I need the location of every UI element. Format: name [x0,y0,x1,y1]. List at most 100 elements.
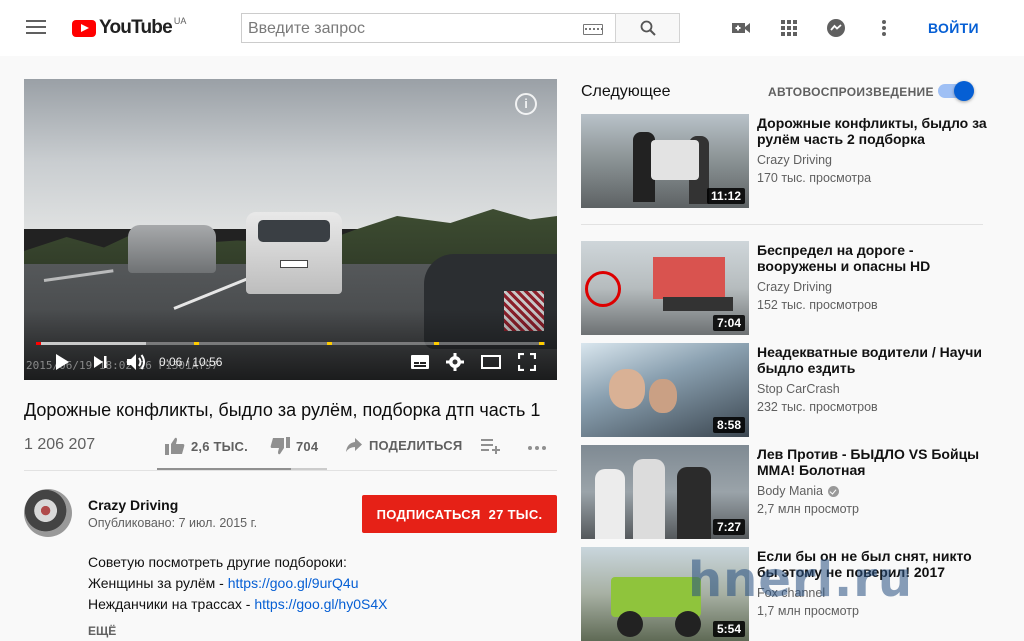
sidebar-video-views: 232 тыс. просмотров [757,400,878,414]
publish-date: Опубликовано: 7 июл. 2015 г. [88,516,258,530]
subtitles-button[interactable] [409,351,431,373]
sidebar-video-title[interactable]: Дорожные конфликты, быдло за рулём часть… [757,115,987,147]
sidebar-video-item[interactable]: 8:58 Неадекватные водители / Научи быдло… [581,343,1001,437]
time-display: 0:06 / 10:56 [159,355,223,369]
masthead: YouTube UA ВОЙТИ [0,0,1024,56]
description-line: Нежданчики на трассах - https://goo.gl/h… [88,596,387,612]
youtube-play-icon [72,19,96,37]
like-button[interactable]: 2,6 ТЫС. [165,437,248,455]
theater-icon [481,355,501,369]
volume-button[interactable] [124,351,148,373]
dislike-button[interactable]: 704 [270,437,318,455]
video-thumbnail[interactable]: 7:04 [581,241,749,335]
settings-button[interactable] [444,351,466,373]
settings-icon [446,353,464,371]
fullscreen-icon [518,353,536,371]
sidebar-video-channel: Crazy Driving [757,153,833,167]
subscriber-count: 27 ТЫС. [488,506,543,522]
more-vert-icon[interactable] [874,18,894,38]
sidebar-video-channel: Body Mania [757,484,840,498]
search-box [241,13,616,43]
video-thumbnail[interactable]: 11:12 [581,114,749,208]
search-input[interactable] [248,18,568,40]
next-button[interactable] [90,351,110,373]
messages-icon[interactable] [826,18,846,38]
description-text: Нежданчики на трассах - [88,596,255,612]
youtube-logo[interactable]: YouTube UA [72,16,186,40]
apps-grid-icon[interactable] [779,18,799,38]
thumbs-up-icon [165,437,185,455]
logo-text: YouTube [99,17,173,38]
divider [24,470,557,471]
chapter-marker [327,342,332,345]
keyboard-icon[interactable] [583,24,603,35]
video-duration: 7:27 [712,519,745,535]
sidebar-video-item[interactable]: 7:27 Лев Против - БЫДЛО VS Бойцы ММА! Бо… [581,445,1001,539]
video-thumbnail[interactable]: 7:27 [581,445,749,539]
subscribe-button[interactable]: ПОДПИСАТЬСЯ 27 ТЫС. [362,495,557,533]
subscribe-label: ПОДПИСАТЬСЯ [376,506,481,522]
share-icon [346,438,362,452]
player-controls: 0:06 / 10:56 [24,349,557,375]
view-count: 1 206 207 [24,436,96,453]
verified-icon [828,485,840,497]
video-title: Дорожные конфликты, быдло за рулём, подб… [24,400,541,420]
play-icon [56,354,69,370]
video-duration: 5:54 [712,621,745,637]
progress-bar[interactable] [36,342,545,345]
thumbs-down-icon [270,437,290,455]
sidebar-video-title[interactable]: Лев Против - БЫДЛО VS Бойцы ММА! Болотна… [757,446,987,478]
fullscreen-button[interactable] [516,351,538,373]
show-more-button[interactable]: ЕЩЁ [88,624,116,638]
chapter-marker [539,342,544,345]
up-next-heading: Следующее [581,83,671,100]
description-link[interactable]: https://goo.gl/hy0S4X [254,596,387,612]
sidebar-video-views: 170 тыс. просмотра [757,171,872,185]
autoplay-label: АВТОВОСПРОИЗВЕДЕНИЕ [768,85,934,99]
subtitles-icon [411,355,429,369]
video-thumbnail[interactable]: 8:58 [581,343,749,437]
theater-mode-button[interactable] [479,351,503,373]
chapter-marker [434,342,439,345]
sidebar-video-item[interactable]: 7:04 Беспредел на дороге - вооружены и о… [581,241,1001,335]
video-duration: 8:58 [712,417,745,433]
description-link[interactable]: https://goo.gl/9urQ4u [228,575,359,591]
dislike-count: 704 [296,438,319,454]
video-duration: 11:12 [706,188,745,204]
sidebar-video-title[interactable]: Неадекватные водители / Научи быдло езди… [757,344,987,376]
video-car-silver [128,225,216,273]
volume-icon [127,354,145,370]
description-text: Женщины за рулём - [88,575,228,591]
add-to-playlist-icon[interactable] [481,438,501,454]
divider [581,224,983,225]
sidebar-video-channel: Crazy Driving [757,280,833,294]
upload-video-icon[interactable] [731,18,751,38]
like-count: 2,6 ТЫС. [191,438,248,454]
next-icon [94,356,107,368]
progress-buffer [36,342,146,345]
sidebar-video-views: 2,7 млн просмотр [757,502,859,516]
video-player[interactable]: i 2015/06/19 18:02:26 P1301AY97 0:06 / 1… [24,79,557,380]
share-button[interactable]: ПОДЕЛИТЬСЯ [345,437,462,453]
channel-avatar[interactable] [24,489,72,537]
video-frame-sky [24,79,557,229]
share-label: ПОДЕЛИТЬСЯ [369,437,463,453]
description-line: Женщины за рулём - https://goo.gl/9urQ4u [88,575,359,591]
sidebar-video-views: 152 тыс. просмотров [757,298,878,312]
video-car-white [246,212,342,294]
play-button[interactable] [52,351,72,373]
menu-icon[interactable] [26,20,46,36]
sidebar-video-title[interactable]: Беспредел на дороге - вооружены и опасны… [757,242,987,274]
channel-name[interactable]: Crazy Driving [88,497,178,513]
progress-played [36,342,41,345]
video-duration: 7:04 [712,315,745,331]
sidebar-video-channel: Stop CarCrash [757,382,840,396]
login-button[interactable]: ВОЙТИ [928,20,979,36]
info-icon[interactable]: i [515,93,537,115]
more-actions-icon[interactable] [527,445,547,451]
autoplay-toggle-knob[interactable] [954,81,974,101]
sidebar-video-item[interactable]: 11:12 Дорожные конфликты, быдло за рулём… [581,114,1001,208]
description-line: Советую посмотреть другие подбороки: [88,554,347,570]
search-button[interactable] [615,13,680,43]
site-watermark: hnerl.ru [688,552,914,608]
